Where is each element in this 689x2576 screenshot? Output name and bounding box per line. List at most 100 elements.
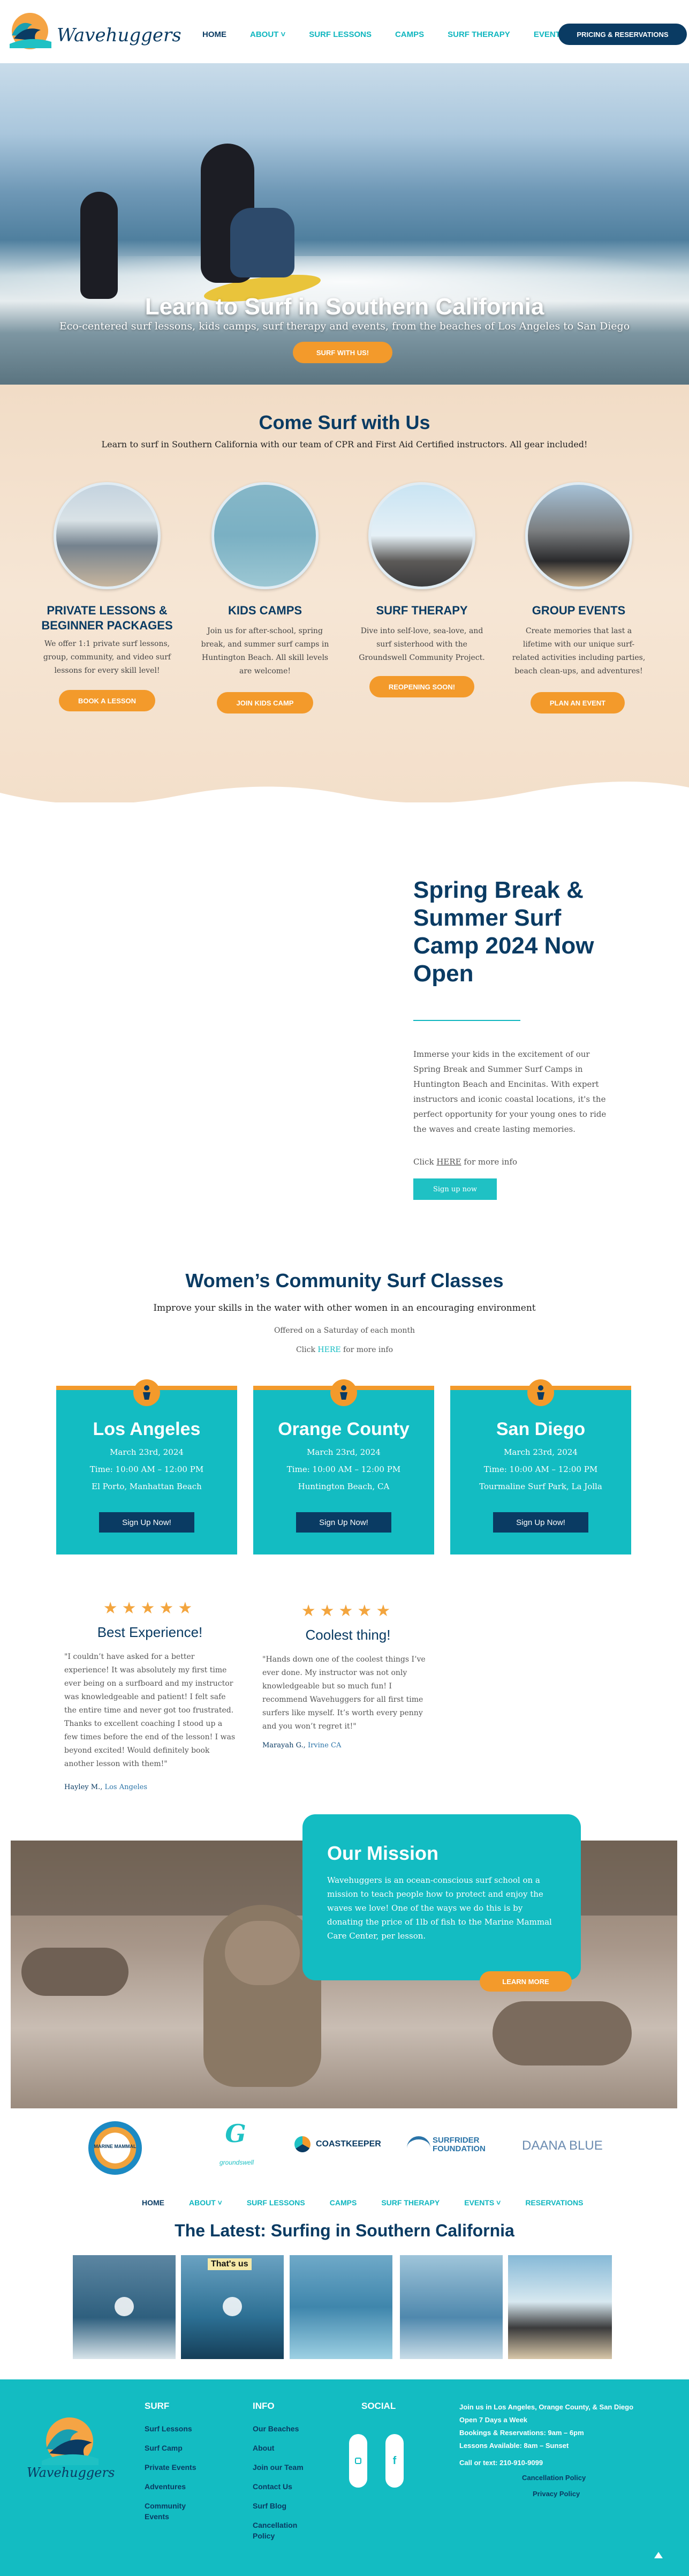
back-to-top-icon[interactable] [654, 2552, 663, 2558]
kids-camp-image [211, 482, 319, 589]
nav-surf-lessons[interactable]: SURF LESSONS [309, 30, 372, 39]
wavehuggers-logo[interactable]: Wavehuggers [9, 9, 181, 51]
nav2-events[interactable]: EVENTS ˅ [464, 2198, 501, 2207]
join-kids-camp-button[interactable]: JOIN KIDS CAMP [217, 692, 313, 714]
plan-an-event-button[interactable]: PLAN AN EVENT [531, 692, 625, 714]
nav2-surf-therapy[interactable]: SURF THERAPY [381, 2198, 440, 2207]
location-card-san-diego: San Diego March 23rd, 2024 Time: 10:00 A… [450, 1379, 631, 1554]
surfer-left-image [80, 192, 118, 299]
testimonial-author: Marayah G., Irvine CA [262, 1741, 342, 1749]
marine-mammal-label: MARINE MAMMAL [94, 2144, 137, 2149]
footer-link[interactable]: Community Events [145, 2500, 203, 2522]
footer-link[interactable]: Adventures [145, 2481, 203, 2492]
footer-link[interactable]: Surf Blog [253, 2500, 312, 2511]
spring-break-more-info: Click HERE for more info [413, 1157, 517, 1167]
instagram-thumb-2[interactable]: That's us [181, 2255, 284, 2359]
card-sign-up-button[interactable]: Sign Up Now! [493, 1512, 588, 1533]
contact-line: Open 7 Days a Week [459, 2416, 527, 2424]
card-sign-up-button[interactable]: Sign Up Now! [99, 1512, 194, 1533]
footer-link[interactable]: Surf Camp [145, 2443, 203, 2453]
footer-link[interactable]: Cancellation Policy [253, 2520, 312, 2541]
spring-break-divider [413, 1020, 520, 1021]
footer-link[interactable]: Our Beaches [253, 2423, 312, 2434]
spring-break-text: Immerse your kids in the excitement of o… [413, 1049, 607, 1134]
sand-wave-divider [0, 782, 689, 814]
footer-surf-title: SURF [145, 2401, 170, 2411]
instagram-icon[interactable] [349, 2434, 367, 2488]
nav2-surf-lessons[interactable]: SURF LESSONS [247, 2198, 305, 2207]
click-suffix: for more info [461, 1157, 518, 1167]
card-city: Los Angeles [93, 1419, 201, 1439]
group-events-image [525, 482, 632, 589]
privacy-policy-link[interactable]: Privacy Policy [533, 2490, 580, 2498]
coastkeeper-icon [294, 2136, 311, 2152]
instagram-thumb-4[interactable] [400, 2255, 503, 2359]
footer-logo[interactable]: Wavehuggers [27, 2412, 115, 2492]
daana-blue-logo[interactable]: DAANA BLUE [522, 2138, 603, 2153]
nav2-home[interactable]: HOME [142, 2198, 164, 2207]
contact-line: Join us in Los Angeles, Orange County, &… [459, 2403, 634, 2411]
testimonial-1: ★★★★★ Best Experience! "I couldn’t have … [64, 1599, 236, 1794]
feature-text: We offer 1:1 private surf lessons, group… [43, 640, 171, 675]
facebook-icon[interactable]: f [385, 2434, 404, 2488]
feature-text: Dive into self-love, sea-love, and surf … [359, 627, 485, 662]
card-sign-up-button[interactable]: Sign Up Now! [296, 1512, 391, 1533]
nav-camps[interactable]: CAMPS [395, 30, 424, 39]
women-offered-text: Offered on a Saturday of each month [274, 1326, 415, 1335]
groundswell-label: groundswell [219, 2159, 254, 2166]
card-place: Huntington Beach, CA [298, 1482, 390, 1491]
coastkeeper-logo[interactable]: COASTKEEPER [316, 2139, 381, 2149]
spring-here-link[interactable]: HERE [436, 1157, 461, 1167]
nav2-reservations[interactable]: RESERVATIONS [525, 2198, 583, 2207]
play-icon [223, 2297, 242, 2316]
nav-about[interactable]: ABOUT ˅ [250, 30, 285, 39]
thumb-caption: That's us [208, 2258, 252, 2270]
cancellation-policy-link[interactable]: Cancellation Policy [522, 2474, 586, 2482]
instagram-thumb-5[interactable] [508, 2255, 612, 2359]
footer-link[interactable]: About [253, 2443, 312, 2453]
instagram-thumb-3[interactable] [290, 2255, 392, 2359]
surfer-badge-icon [527, 1379, 554, 1406]
reopening-soon-button[interactable]: REOPENING SOON! [369, 676, 474, 697]
site-footer: Wavehuggers SURF Surf Lessons Surf Camp … [0, 2379, 689, 2576]
nav-home[interactable]: HOME [202, 30, 226, 39]
latest-title: The Latest: Surfing in Southern Californ… [175, 2221, 514, 2240]
surfer-wetsuit-image [230, 208, 294, 277]
sign-up-now-button[interactable]: Sign up now [413, 1178, 497, 1200]
feature-kids-camps: KIDS CAMPS Join us for after-school, spr… [198, 603, 332, 678]
surf-therapy-image [368, 482, 475, 589]
testimonial-title: Best Experience! [97, 1624, 203, 1640]
nav2-about[interactable]: ABOUT ˅ [189, 2198, 222, 2207]
card-time: Time: 10:00 AM – 12:00 PM [483, 1465, 598, 1474]
click-suffix: for more info [340, 1346, 393, 1354]
learn-more-button[interactable]: LEARN MORE [480, 1971, 572, 1992]
footer-surf-column: SURF Surf Lessons Surf Camp Private Even… [145, 2401, 203, 2530]
contact-phone[interactable]: Call or text: 210-910-9099 [459, 2457, 663, 2469]
book-a-lesson-button[interactable]: BOOK A LESSON [59, 690, 155, 711]
card-date: March 23rd, 2024 [504, 1447, 578, 1457]
women-more-info: Click HERE for more info [0, 1346, 689, 1354]
come-surf-subtitle: Learn to surf in Southern California wit… [101, 439, 588, 449]
footer-link[interactable]: Surf Lessons [145, 2423, 203, 2434]
testimonial-title: Coolest thing! [305, 1627, 391, 1643]
instagram-thumb-1[interactable] [73, 2255, 176, 2359]
come-surf-title: Come Surf with Us [259, 411, 430, 433]
surf-with-us-button[interactable]: SURF WITH US! [293, 342, 392, 363]
nav2-camps[interactable]: CAMPS [330, 2198, 357, 2207]
nav-surf-therapy[interactable]: SURF THERAPY [448, 30, 510, 39]
footer-link[interactable]: Contact Us [253, 2481, 312, 2492]
feature-title: KIDS CAMPS [228, 604, 302, 617]
footer-link[interactable]: Private Events [145, 2462, 203, 2473]
surfrider-logo[interactable]: SURFRIDER FOUNDATION [433, 2136, 508, 2153]
hero-banner: Learn to Surf in Southern California Eco… [0, 63, 689, 385]
spring-break-title: Spring Break & Summer Surf Camp 2024 Now… [413, 877, 594, 987]
location-card-los-angeles: Los Angeles March 23rd, 2024 Time: 10:00… [56, 1379, 237, 1554]
footer-social-title: SOCIAL [361, 2401, 396, 2411]
footer-link[interactable]: Join our Team [253, 2462, 312, 2473]
card-time: Time: 10:00 AM – 12:00 PM [286, 1465, 401, 1474]
surfer-badge-icon [133, 1379, 160, 1406]
feature-text: Create memories that last a lifetime wit… [512, 627, 646, 675]
surfrider-wave-icon [407, 2136, 430, 2152]
women-here-link[interactable]: HERE [317, 1346, 340, 1354]
pricing-reservations-button[interactable]: PRICING & RESERVATIONS [558, 24, 687, 45]
